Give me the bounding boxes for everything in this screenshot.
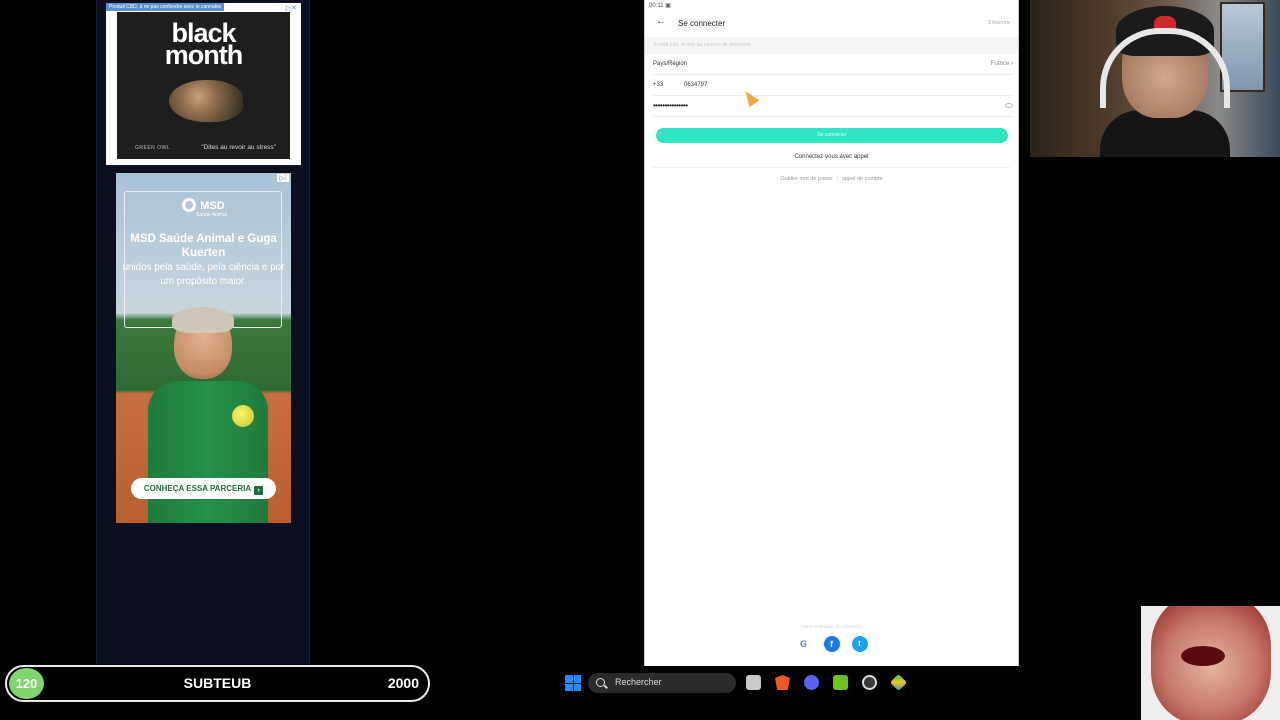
ad-black-month[interactable]: Produit CBD, à ne pas confondre avec le … xyxy=(106,3,301,165)
ad-slogan: "Dites au revoir au stress" xyxy=(201,144,276,151)
password-input[interactable]: ••••••••••••••• xyxy=(653,101,688,110)
country-selector[interactable]: Pays/Région France › xyxy=(653,55,1013,75)
search-label: Rechercher xyxy=(615,677,662,687)
taskbar: Rechercher xyxy=(430,666,1141,700)
login-button[interactable]: Se connecter xyxy=(656,128,1008,143)
call-account-link[interactable]: appel de compte xyxy=(842,176,883,182)
taskbar-search[interactable]: Rechercher xyxy=(588,673,736,693)
ad-close-icon[interactable]: ▷✕ xyxy=(286,4,297,12)
tennis-ball-icon xyxy=(232,405,254,427)
dial-code[interactable]: +33 xyxy=(653,82,663,88)
twitter-icon[interactable]: t xyxy=(851,635,868,652)
country-label: Pays/Région xyxy=(653,61,688,67)
ad-msd[interactable]: ▷⁝ MSD Saúde Animal MSD Saúde Animal e G… xyxy=(116,173,291,523)
register-link[interactable]: S'inscrire xyxy=(988,20,1010,26)
ad-logo: MSD xyxy=(116,198,291,212)
windows-start-icon[interactable] xyxy=(565,675,581,691)
ad-title: black month xyxy=(164,18,243,70)
email-hint[interactable]: E-mail (opt. et liste au numéro de télép… xyxy=(645,37,1018,54)
adchoices-icon[interactable]: ▷⁝ xyxy=(277,174,289,182)
google-icon[interactable]: G xyxy=(795,635,812,652)
ad-brand: GREEN OWL xyxy=(135,145,171,151)
ad-cta-button[interactable]: CONHEÇA ESSA PARCERIA › xyxy=(131,478,276,499)
facebook-icon[interactable]: f xyxy=(823,635,840,652)
sub-goal-target: 2000 xyxy=(387,675,419,691)
discord-icon[interactable] xyxy=(804,675,819,690)
facecam-overlay xyxy=(1141,606,1280,720)
ad-headline: MSD Saúde Animal e Guga Kuerten xyxy=(130,233,277,259)
brave-icon[interactable] xyxy=(775,675,790,690)
call-login-link[interactable]: Connectez-vous avec appel xyxy=(645,154,1018,160)
ad-disclaimer: Produit CBD, à ne pas confondre avec le … xyxy=(106,3,225,11)
login-screen: 00:11 ▣ ← Se connecter S'inscrire E-mail… xyxy=(644,0,1019,666)
forgot-password-link[interactable]: Oublier mot de passe xyxy=(780,176,832,182)
obs-icon[interactable] xyxy=(862,675,877,690)
password-field[interactable]: ••••••••••••••• xyxy=(653,97,1013,117)
page-title: Se connecter xyxy=(678,19,726,28)
search-icon xyxy=(596,678,605,687)
social-login-row: Gft xyxy=(645,635,1018,652)
account-links: Oublier mot de passe | appel de compte xyxy=(780,176,883,182)
eye-icon[interactable] xyxy=(1005,103,1013,108)
webcam-overlay xyxy=(1030,0,1280,157)
sub-count-badge: 120 xyxy=(9,668,44,699)
ad-logo-sub: Saúde Animal xyxy=(196,212,227,218)
arrow-right-icon: › xyxy=(254,486,264,495)
phone-field[interactable]: +33 0634797 xyxy=(653,76,1013,96)
file-explorer-icon[interactable] xyxy=(746,675,761,690)
ad-product-image xyxy=(169,80,243,122)
back-arrow-icon[interactable]: ← xyxy=(656,16,668,30)
status-bar: 00:11 ▣ xyxy=(649,3,671,9)
sub-goal-bar: SUBTEUB 120 2000 xyxy=(5,665,430,702)
country-value: France › xyxy=(990,61,1013,67)
green-app-icon[interactable] xyxy=(833,675,848,690)
divider xyxy=(653,167,1010,168)
ad-image: black month GREEN OWL "Dites au revoir a… xyxy=(117,12,290,159)
msd-logo-icon xyxy=(182,198,197,212)
bluestacks-icon[interactable] xyxy=(890,674,907,691)
phone-input[interactable]: 0634797 xyxy=(684,82,707,88)
screen: Produit CBD, à ne pas confondre avec le … xyxy=(0,0,1280,720)
sub-goal-label: SUBTEUB xyxy=(183,675,252,691)
ad-body: unidos pela saúde, pela ciência e por um… xyxy=(122,262,285,287)
other-methods-label: Autres méthodes de connexion xyxy=(800,624,863,629)
